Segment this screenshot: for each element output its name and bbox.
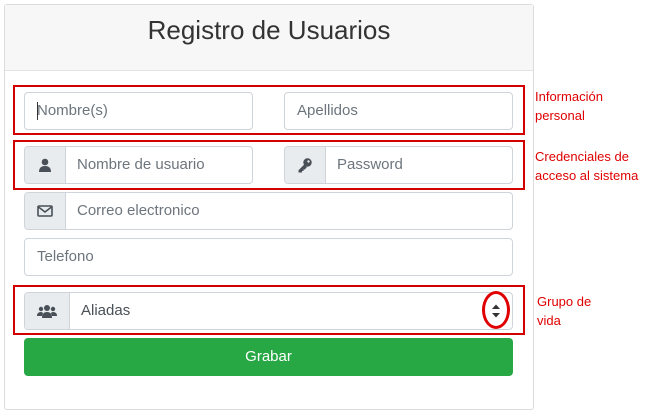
life-group-line-2: vida xyxy=(537,313,561,328)
email-field[interactable]: Correo electronico xyxy=(24,192,513,230)
personal-info-line-1: Información xyxy=(535,89,603,104)
page-title: Registro de Usuarios xyxy=(147,15,391,45)
select-arrow-highlight xyxy=(482,291,510,329)
personal-info-annotation: Información personal xyxy=(535,87,603,125)
life-group-line-1: Grupo de xyxy=(537,294,592,309)
email-addon xyxy=(25,193,66,229)
email-placeholder: Correo electronico xyxy=(77,202,200,219)
personal-info-highlight xyxy=(13,85,525,135)
life-group-highlight xyxy=(13,285,525,335)
save-button[interactable]: Grabar xyxy=(24,338,513,376)
personal-info-line-2: personal xyxy=(535,108,585,123)
credentials-highlight xyxy=(13,140,525,190)
phone-placeholder: Telefono xyxy=(37,248,94,265)
card-header: Registro de Usuarios xyxy=(5,5,533,71)
life-group-annotation: Grupo de vida xyxy=(537,292,591,330)
credentials-line-2: acceso al sistema xyxy=(535,168,639,183)
credentials-annotation: Credenciales de acceso al sistema xyxy=(535,147,638,185)
envelope-icon xyxy=(37,205,53,217)
credentials-line-1: Credenciales de xyxy=(535,149,629,164)
phone-field[interactable]: Telefono xyxy=(24,238,513,276)
